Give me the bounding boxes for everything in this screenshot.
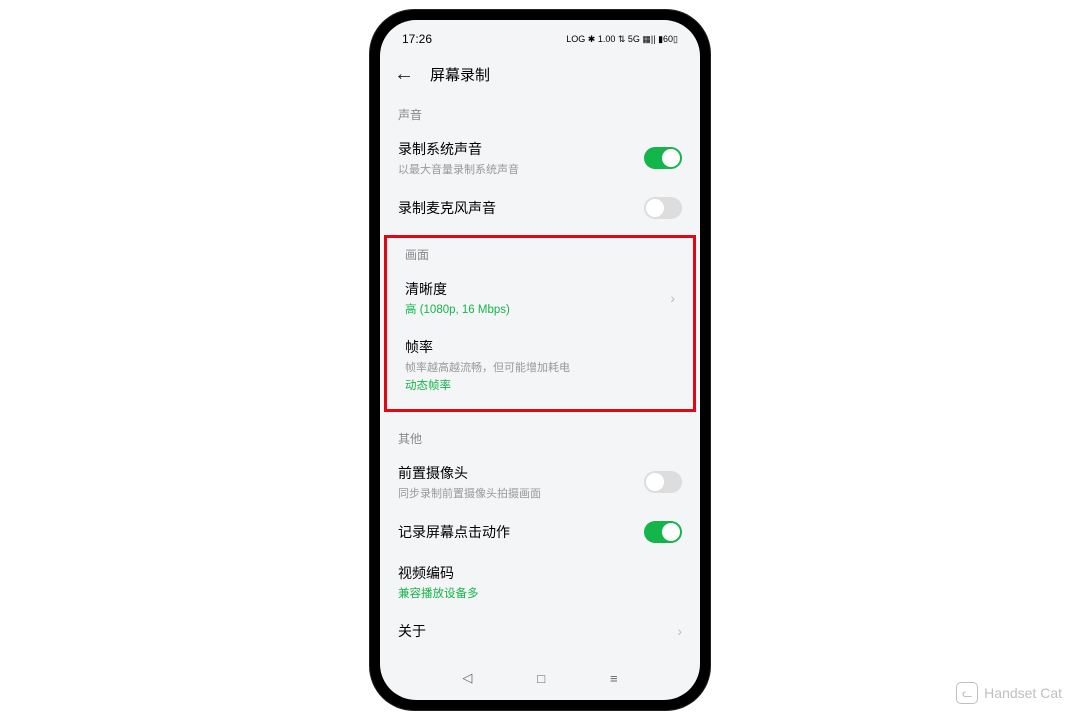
highlight-box-picture: 画面 清晰度 高 (1080p, 16 Mbps) › 帧率 帧率越高越流畅，但… bbox=[384, 235, 696, 412]
phone-frame: 17:26 LOG ✱ 1.00 ⇅ 5G ▦|| ▮60▯ ← 屏幕录制 声音… bbox=[370, 10, 710, 710]
front-cam-title: 前置摄像头 bbox=[398, 463, 644, 483]
row-video-encoding[interactable]: 视频编码 兼容播放设备多 bbox=[380, 553, 700, 611]
clarity-value: 高 (1080p, 16 Mbps) bbox=[405, 301, 670, 317]
chevron-right-icon: › bbox=[670, 290, 675, 306]
section-label-picture: 画面 bbox=[387, 238, 693, 269]
record-system-sub: 以最大音量录制系统声音 bbox=[398, 161, 644, 177]
nav-header: ← 屏幕录制 bbox=[380, 54, 700, 94]
row-record-mic[interactable]: 录制麦克风声音 bbox=[380, 187, 700, 229]
front-cam-sub: 同步录制前置摄像头拍摄画面 bbox=[398, 485, 644, 501]
row-about[interactable]: 关于 › bbox=[380, 611, 700, 651]
row-record-system-sound[interactable]: 录制系统声音 以最大音量录制系统声音 bbox=[380, 129, 700, 187]
toggle-record-system[interactable] bbox=[644, 147, 682, 169]
android-nav-bar: ◁ □ ≡ bbox=[380, 664, 700, 692]
framerate-value: 动态帧率 bbox=[405, 377, 675, 393]
status-bar: 17:26 LOG ✱ 1.00 ⇅ 5G ▦|| ▮60▯ bbox=[380, 24, 700, 54]
record-mic-title: 录制麦克风声音 bbox=[398, 198, 644, 218]
watermark: ᓚ Handset Cat bbox=[956, 682, 1062, 704]
page-title: 屏幕录制 bbox=[430, 64, 490, 85]
framerate-desc: 帧率越高越流畅，但可能增加耗电 bbox=[405, 359, 675, 375]
watermark-text: Handset Cat bbox=[984, 685, 1062, 701]
toggle-front-camera[interactable] bbox=[644, 471, 682, 493]
cat-icon: ᓚ bbox=[956, 682, 978, 704]
section-label-sound: 声音 bbox=[380, 94, 700, 129]
nav-back-icon[interactable]: ◁ bbox=[462, 670, 472, 686]
framerate-title: 帧率 bbox=[405, 337, 675, 357]
toggle-record-taps[interactable] bbox=[644, 521, 682, 543]
chevron-right-icon: › bbox=[677, 623, 682, 639]
row-record-taps[interactable]: 记录屏幕点击动作 bbox=[380, 511, 700, 553]
encoding-value: 兼容播放设备多 bbox=[398, 585, 682, 601]
nav-recent-icon[interactable]: ≡ bbox=[610, 671, 618, 686]
toggle-record-mic[interactable] bbox=[644, 197, 682, 219]
record-system-title: 录制系统声音 bbox=[398, 139, 644, 159]
row-front-camera[interactable]: 前置摄像头 同步录制前置摄像头拍摄画面 bbox=[380, 453, 700, 511]
section-label-other: 其他 bbox=[380, 418, 700, 453]
row-framerate[interactable]: 帧率 帧率越高越流畅，但可能增加耗电 动态帧率 bbox=[387, 327, 693, 403]
status-time: 17:26 bbox=[402, 32, 432, 46]
encoding-title: 视频编码 bbox=[398, 563, 682, 583]
phone-screen: 17:26 LOG ✱ 1.00 ⇅ 5G ▦|| ▮60▯ ← 屏幕录制 声音… bbox=[380, 20, 700, 700]
nav-home-icon[interactable]: □ bbox=[537, 671, 545, 686]
about-title: 关于 bbox=[398, 621, 677, 641]
back-icon[interactable]: ← bbox=[390, 63, 418, 86]
clarity-title: 清晰度 bbox=[405, 279, 670, 299]
row-clarity[interactable]: 清晰度 高 (1080p, 16 Mbps) › bbox=[387, 269, 693, 327]
status-indicators: LOG ✱ 1.00 ⇅ 5G ▦|| ▮60▯ bbox=[566, 34, 678, 45]
record-taps-title: 记录屏幕点击动作 bbox=[398, 522, 644, 542]
